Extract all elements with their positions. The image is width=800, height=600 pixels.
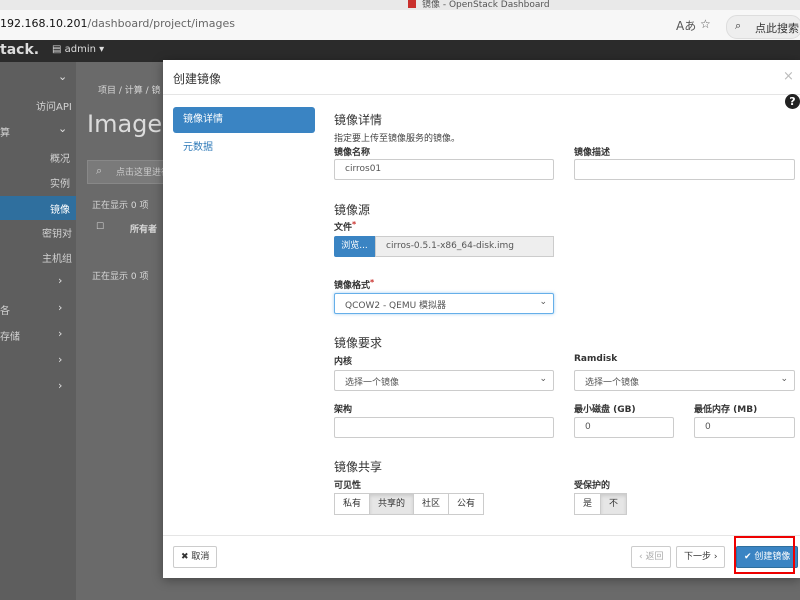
file-label: 文件* xyxy=(334,220,357,233)
sidebar-item-api[interactable]: 访问API xyxy=(36,98,72,113)
sidebar-item-servergroups[interactable]: 主机组 xyxy=(42,250,72,265)
file-name-display: cirros-0.5.1-x86_64-disk.img xyxy=(375,236,554,257)
sidebar-item-images[interactable]: 镜像 xyxy=(50,201,70,216)
favorite-star-icon[interactable]: ☆ xyxy=(700,17,711,31)
chevron-right-icon[interactable]: › xyxy=(58,301,62,314)
section-heading-sharing: 镜像共享 xyxy=(334,460,383,474)
read-aloud-icon[interactable]: Aあ xyxy=(676,17,696,34)
cancel-button[interactable]: ✖ 取消 xyxy=(173,546,218,568)
sidebar-item-storage[interactable]: 存储 xyxy=(0,328,20,343)
ramdisk-label: Ramdisk xyxy=(574,354,618,364)
create-image-modal: 创建镜像 × ? 镜像详情 元数据 镜像详情 指定要上传至镜像服务的镜像。 镜像… xyxy=(163,60,800,578)
min-ram-input[interactable]: 0 xyxy=(694,417,795,438)
brand-logo[interactable]: tack. xyxy=(0,42,39,58)
chevron-right-icon[interactable]: › xyxy=(58,353,62,366)
min-disk-label: 最小磁盘 (GB) xyxy=(574,405,636,415)
chevron-down-icon: ⌄ xyxy=(780,374,788,384)
wizard-step-metadata[interactable]: 元数据 xyxy=(173,135,315,161)
wizard-step-details[interactable]: 镜像详情 xyxy=(173,107,315,133)
min-ram-label: 最低内存 (MB) xyxy=(694,405,758,415)
architecture-label: 架构 xyxy=(334,405,353,415)
sidebar-item-instances[interactable]: 实例 xyxy=(50,175,70,190)
protected-toggle-group: 是 不 xyxy=(574,493,628,515)
protected-yes-button[interactable]: 是 xyxy=(574,493,602,515)
search-icon: ⌕ xyxy=(96,164,103,177)
protected-label: 受保护的 xyxy=(574,481,611,491)
url-text[interactable]: 192.168.10.201/dashboard/project/images xyxy=(0,17,235,30)
modal-title: 创建镜像 xyxy=(173,72,222,86)
browser-search-button[interactable]: ⌕ 点此搜索 xyxy=(726,15,800,39)
visibility-private-button[interactable]: 私有 xyxy=(334,493,371,515)
chevron-right-icon[interactable]: › xyxy=(58,274,62,287)
chevron-down-icon[interactable]: ⌄ xyxy=(58,70,67,83)
chevron-down-icon[interactable]: ⌄ xyxy=(58,122,67,135)
section-heading-details: 镜像详情 xyxy=(334,113,383,127)
window-title: 镜像 - OpenStack Dashboard xyxy=(422,0,550,10)
kernel-select[interactable]: 选择一个镜像 ⌄ xyxy=(334,370,554,391)
sidebar-item-network[interactable]: 各 xyxy=(0,302,10,317)
image-name-input[interactable]: cirros01 xyxy=(334,159,554,180)
details-help-text: 指定要上传至镜像服务的镜像。 xyxy=(334,134,461,144)
window-title-bar: 镜像 - OpenStack Dashboard xyxy=(0,0,800,10)
modal-footer: ✖ 取消 ‹ 返回 下一步 › ✔ 创建镜像 xyxy=(163,535,800,579)
browse-button[interactable]: 浏览... xyxy=(334,236,375,257)
project-icon: ▤ xyxy=(52,44,65,55)
visibility-label: 可见性 xyxy=(334,481,362,491)
item-count-top: 正在显示 0 项 xyxy=(92,201,149,211)
filter-input[interactable]: ⌕ 点击这里进行 xyxy=(87,160,170,184)
min-disk-input[interactable]: 0 xyxy=(574,417,674,438)
select-all-checkbox[interactable]: ☐ xyxy=(96,222,104,232)
search-icon: ⌕ xyxy=(735,19,742,32)
address-bar[interactable]: 192.168.10.201/dashboard/project/images … xyxy=(0,10,800,41)
top-navbar: tack. ▤ admin ▾ xyxy=(0,40,800,62)
next-button[interactable]: 下一步 › xyxy=(676,546,726,568)
page-title: Images xyxy=(87,110,175,138)
section-heading-requirements: 镜像要求 xyxy=(334,336,383,350)
ramdisk-select[interactable]: 选择一个镜像 ⌄ xyxy=(574,370,795,391)
kernel-label: 内核 xyxy=(334,357,353,367)
owner-column-header[interactable]: 所有者 xyxy=(130,222,157,235)
wizard-nav: 镜像详情 元数据 xyxy=(173,107,315,161)
chevron-down-icon: ⌄ xyxy=(539,374,547,384)
project-dropdown[interactable]: ▤ admin ▾ xyxy=(52,44,104,55)
chevron-right-icon[interactable]: › xyxy=(58,379,62,392)
protected-no-button[interactable]: 不 xyxy=(600,493,628,515)
modal-header: 创建镜像 × xyxy=(163,60,800,95)
visibility-community-button[interactable]: 社区 xyxy=(413,493,450,515)
image-name-label: 镜像名称 xyxy=(334,148,371,158)
image-description-input[interactable] xyxy=(574,159,795,180)
sidebar: ⌄ 访问API 算 ⌄ 概况 实例 镜像 密钥对 主机组 › 各 › 存储 › … xyxy=(0,62,76,600)
sidebar-item-compute[interactable]: 算 xyxy=(0,124,10,139)
chevron-right-icon[interactable]: › xyxy=(58,327,62,340)
chevron-down-icon: ⌄ xyxy=(539,297,547,307)
image-description-label: 镜像描述 xyxy=(574,148,611,158)
visibility-shared-button[interactable]: 共享的 xyxy=(369,493,415,515)
visibility-public-button[interactable]: 公有 xyxy=(448,493,485,515)
image-format-select[interactable]: QCOW2 - QEMU 模拟器 ⌄ xyxy=(334,293,554,314)
image-format-label: 镜像格式* xyxy=(334,278,375,291)
sidebar-item-keypairs[interactable]: 密钥对 xyxy=(42,225,72,240)
visibility-toggle-group: 私有 共享的 社区 公有 xyxy=(334,493,485,515)
sidebar-item-overview[interactable]: 概况 xyxy=(50,150,70,165)
back-button[interactable]: ‹ 返回 xyxy=(631,546,672,568)
help-icon[interactable]: ? xyxy=(785,94,800,109)
close-icon[interactable]: × xyxy=(783,69,794,84)
item-count-bottom: 正在显示 0 项 xyxy=(92,272,149,282)
breadcrumb: 项目 / 计算 / 镜 xyxy=(98,86,161,96)
architecture-input[interactable] xyxy=(334,417,554,438)
highlight-box xyxy=(734,536,795,574)
section-heading-source: 镜像源 xyxy=(334,203,371,217)
